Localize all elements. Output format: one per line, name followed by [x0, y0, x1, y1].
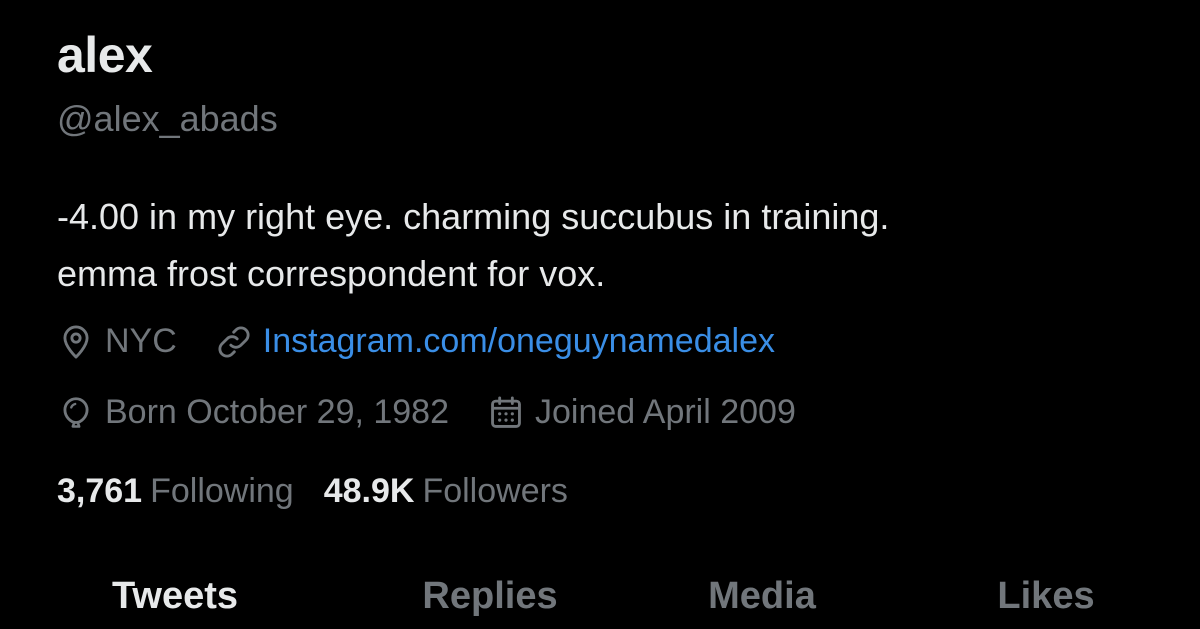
location-text: NYC: [105, 322, 177, 360]
tab-tweets[interactable]: Tweets: [112, 575, 238, 618]
location-item: NYC: [57, 322, 177, 361]
joined-text: Joined April 2009: [535, 393, 796, 431]
followers-stat[interactable]: 48.9K Followers: [324, 472, 568, 511]
following-label: Following: [150, 472, 294, 510]
follow-stats: 3,761 Following 48.9K Followers: [57, 472, 598, 511]
profile-bio: -4.00 in my right eye. charming succubus…: [57, 188, 1137, 302]
following-count: 3,761: [57, 472, 143, 510]
balloon-icon: [63, 396, 89, 428]
tab-likes[interactable]: Likes: [997, 575, 1094, 618]
website-item[interactable]: Instagram.com/oneguynamedalex: [215, 322, 775, 361]
birthday-item: Born October 29, 1982: [57, 393, 449, 432]
website-link[interactable]: Instagram.com/oneguynamedalex: [263, 322, 775, 361]
display-name: alex: [57, 27, 153, 83]
bio-line: emma frost correspondent for vox.: [57, 253, 606, 294]
tab-media[interactable]: Media: [708, 575, 816, 618]
bio-line: -4.00 in my right eye. charming succubus…: [57, 196, 890, 237]
link-icon: [218, 325, 250, 358]
tab-replies[interactable]: Replies: [422, 575, 557, 618]
calendar-icon: [491, 396, 521, 428]
followers-label: Followers: [422, 472, 568, 510]
joined-item: Joined April 2009: [487, 393, 796, 432]
followers-count: 48.9K: [323, 472, 415, 510]
user-handle: @alex_abads: [57, 98, 278, 139]
profile-meta-row: NYC Instagram.com/oneguynamedalex: [57, 322, 813, 361]
following-stat[interactable]: 3,761 Following: [57, 472, 294, 511]
profile-meta-row: Born October 29, 1982 Joined April 2009: [57, 393, 834, 432]
location-pin-icon: [63, 325, 89, 358]
birthday-text: Born October 29, 1982: [105, 393, 450, 431]
profile-tabs: Tweets Replies Media Likes: [0, 575, 1200, 629]
